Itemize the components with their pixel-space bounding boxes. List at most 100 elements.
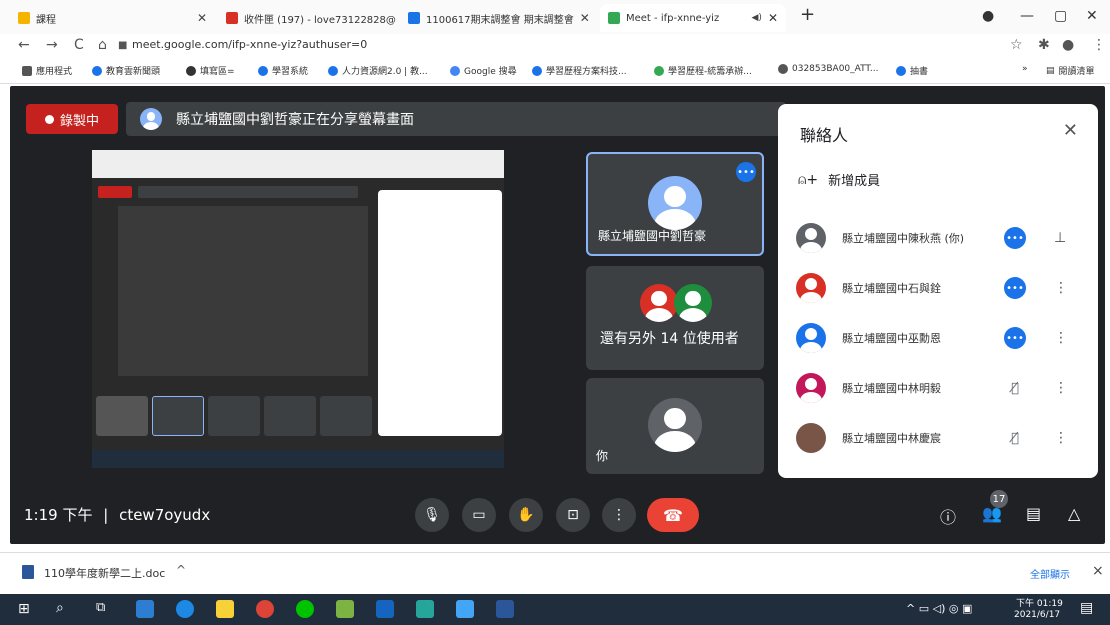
info-icon[interactable]: ⓘ	[940, 504, 956, 528]
menu-icon[interactable]: ⋮	[1054, 430, 1068, 446]
chat-icon[interactable]: ▤	[1026, 504, 1041, 523]
download-file-name[interactable]: 110學年度新學二上.doc	[44, 565, 165, 581]
bookmark-item[interactable]: 032853BA00_ATT...	[778, 64, 878, 74]
tab-mute-icon[interactable]: ◀)	[752, 13, 762, 23]
present-button[interactable]: ⊡	[556, 498, 590, 532]
menu-icon[interactable]: ⋮	[1054, 380, 1068, 396]
new-tab-button[interactable]: +	[800, 4, 815, 25]
mic-off-icon: 🎙̸	[1011, 430, 1019, 446]
minimize-button[interactable]: —	[1020, 8, 1034, 24]
more-options-button[interactable]: ⋮	[602, 498, 636, 532]
app-icon[interactable]	[336, 600, 354, 618]
reading-list-button[interactable]: ▤ 閱讀清單	[1046, 64, 1095, 78]
back-icon[interactable]: ←	[18, 37, 30, 53]
bookmark-label: 學習系統	[272, 67, 309, 77]
word-icon[interactable]	[496, 600, 514, 618]
bookmarks-more-button[interactable]: »	[1022, 64, 1028, 74]
line-icon[interactable]	[296, 600, 314, 618]
mail-icon[interactable]	[376, 600, 394, 618]
more-icon[interactable]: •••	[1004, 327, 1026, 349]
chevron-up-icon[interactable]: ^	[176, 563, 186, 577]
more-icon[interactable]: •••	[1004, 277, 1026, 299]
tab-4[interactable]: Meet - ifp-xnne-yiz ◀) ✕	[600, 4, 786, 32]
star-icon[interactable]: ☆	[1010, 37, 1023, 53]
participant-row[interactable]: 縣立埔鹽國中陳秋燕 (你) ••• ⊥	[796, 218, 1086, 258]
camera-button[interactable]: ▭	[462, 498, 496, 532]
participant-row[interactable]: 縣立埔鹽國中石與銓 ••• ⋮	[796, 268, 1086, 308]
bookmark-item[interactable]: 抽書	[896, 64, 928, 77]
tab-strip: 課程 ✕ 收件匣 (197) - love73122828@... ✕ 1100…	[0, 0, 1110, 34]
bookmark-item[interactable]: 學習歷程-統籌承辦...	[654, 64, 752, 77]
meeting-time: 1:19 下午	[24, 506, 93, 524]
more-icon[interactable]: •••	[1004, 227, 1026, 249]
participant-name: 縣立埔鹽國中巫勳恩	[842, 332, 941, 345]
close-window-button[interactable]: ✕	[1086, 8, 1098, 24]
shared-browser-chrome	[92, 150, 504, 178]
tab-close-icon[interactable]: ✕	[580, 11, 590, 25]
bookmark-item[interactable]: 學習系統	[258, 64, 308, 77]
url-field[interactable]: meet.google.com/ifp-xnne-yiz?authuser=0	[132, 38, 367, 51]
bookmark-item[interactable]: 人力資源網2.0 | 教...	[328, 64, 428, 77]
show-all-button[interactable]: 全部顯示	[1030, 566, 1070, 581]
participant-name: 縣立埔鹽國中陳秋燕 (你)	[842, 232, 965, 245]
participant-row[interactable]: 縣立埔鹽國中林慶宸 🎙̸ ⋮	[796, 418, 1086, 458]
participant-row[interactable]: 縣立埔鹽國中林明毅 🎙̸ ⋮	[796, 368, 1086, 408]
home-icon[interactable]: ⌂	[98, 37, 107, 53]
other-avatar	[640, 284, 678, 322]
chrome-icon[interactable]	[256, 600, 274, 618]
bookmark-item[interactable]: Google 搜尋	[450, 64, 517, 77]
tab-2[interactable]: 收件匣 (197) - love73122828@... ✕	[218, 4, 396, 32]
account-icon[interactable]: ●	[1062, 37, 1074, 53]
extensions-icon[interactable]: ✱	[1038, 37, 1050, 53]
paint-icon[interactable]	[456, 600, 474, 618]
tab-close-icon[interactable]: ✕	[197, 11, 207, 25]
participant-name: 縣立埔鹽國中林明毅	[842, 382, 941, 395]
close-download-bar-button[interactable]: ×	[1092, 563, 1104, 579]
bookmark-item[interactable]: 填寫區=	[186, 64, 235, 77]
system-tray-icons[interactable]: ^ ▭ ◁) ◎ ▣	[906, 602, 972, 615]
add-people-button[interactable]: ⍝+ 新增成員	[798, 170, 880, 190]
others-tile[interactable]: 還有另外 14 位使用者	[586, 266, 764, 370]
participant-row[interactable]: 縣立埔鹽國中巫勳恩 ••• ⋮	[796, 318, 1086, 358]
file-explorer-icon[interactable]	[136, 600, 154, 618]
3d-objects-icon[interactable]	[416, 600, 434, 618]
edge-icon[interactable]	[176, 600, 194, 618]
forward-icon[interactable]: →	[46, 37, 58, 53]
windows-taskbar: ⊞ ⌕ ⧉ ^ ▭ ◁) ◎ ▣ 下午 01:19 2021/6/17 ▤	[0, 594, 1110, 625]
mic-button[interactable]: 🎙	[415, 498, 449, 532]
self-tile[interactable]: 你	[586, 378, 764, 474]
pin-icon[interactable]: ⊥	[1054, 230, 1066, 246]
presenter-tile[interactable]: ••• 縣立埔鹽國中劉哲豪	[586, 152, 764, 256]
menu-icon[interactable]: ⋮	[1054, 280, 1068, 296]
profile-icon[interactable]: ●	[982, 8, 994, 24]
tile-more-button[interactable]: •••	[736, 162, 756, 182]
windows-start-icon[interactable]: ⊞	[18, 601, 30, 617]
tab-close-icon[interactable]: ✕	[768, 11, 778, 25]
tab-1[interactable]: 課程 ✕	[10, 4, 215, 32]
maximize-button[interactable]: ▢	[1054, 8, 1067, 24]
shared-people-panel	[378, 190, 502, 436]
tab-3[interactable]: 1100617期末調整會 期末調整會 ✕	[400, 4, 596, 32]
control-bar: 1:19 下午 | ctew7oyudx 🎙 ▭ ✋ ⊡ ⋮ ☎ ⓘ 👥 17 …	[10, 486, 1105, 544]
close-icon[interactable]: ✕	[1063, 120, 1078, 141]
bookmark-item[interactable]: 教育雲新聞頭	[92, 64, 160, 77]
bookmark-item[interactable]: 學習歷程方案科技...	[532, 64, 627, 77]
menu-icon[interactable]: ⋮	[1092, 37, 1106, 53]
camera-icon: ▭	[472, 507, 486, 523]
reading-list-icon: ▤	[1046, 65, 1055, 76]
search-icon[interactable]: ⌕	[56, 600, 64, 616]
reload-icon[interactable]: C	[74, 37, 84, 53]
activities-icon[interactable]: △	[1068, 504, 1080, 523]
taskbar-time[interactable]: 下午 01:19	[1016, 596, 1063, 609]
shared-tile	[152, 396, 204, 436]
bookmark-apps[interactable]: 應用程式	[22, 64, 72, 77]
menu-icon[interactable]: ⋮	[1054, 330, 1068, 346]
raise-hand-button[interactable]: ✋	[509, 498, 543, 532]
end-call-button[interactable]: ☎	[647, 498, 699, 532]
sticky-notes-icon[interactable]	[216, 600, 234, 618]
bookmark-icon	[654, 65, 664, 76]
task-view-icon[interactable]: ⧉	[96, 600, 105, 615]
taskbar-date[interactable]: 2021/6/17	[1014, 610, 1060, 620]
notification-icon[interactable]: ▤	[1080, 600, 1093, 616]
bookmark-icon	[92, 65, 102, 76]
